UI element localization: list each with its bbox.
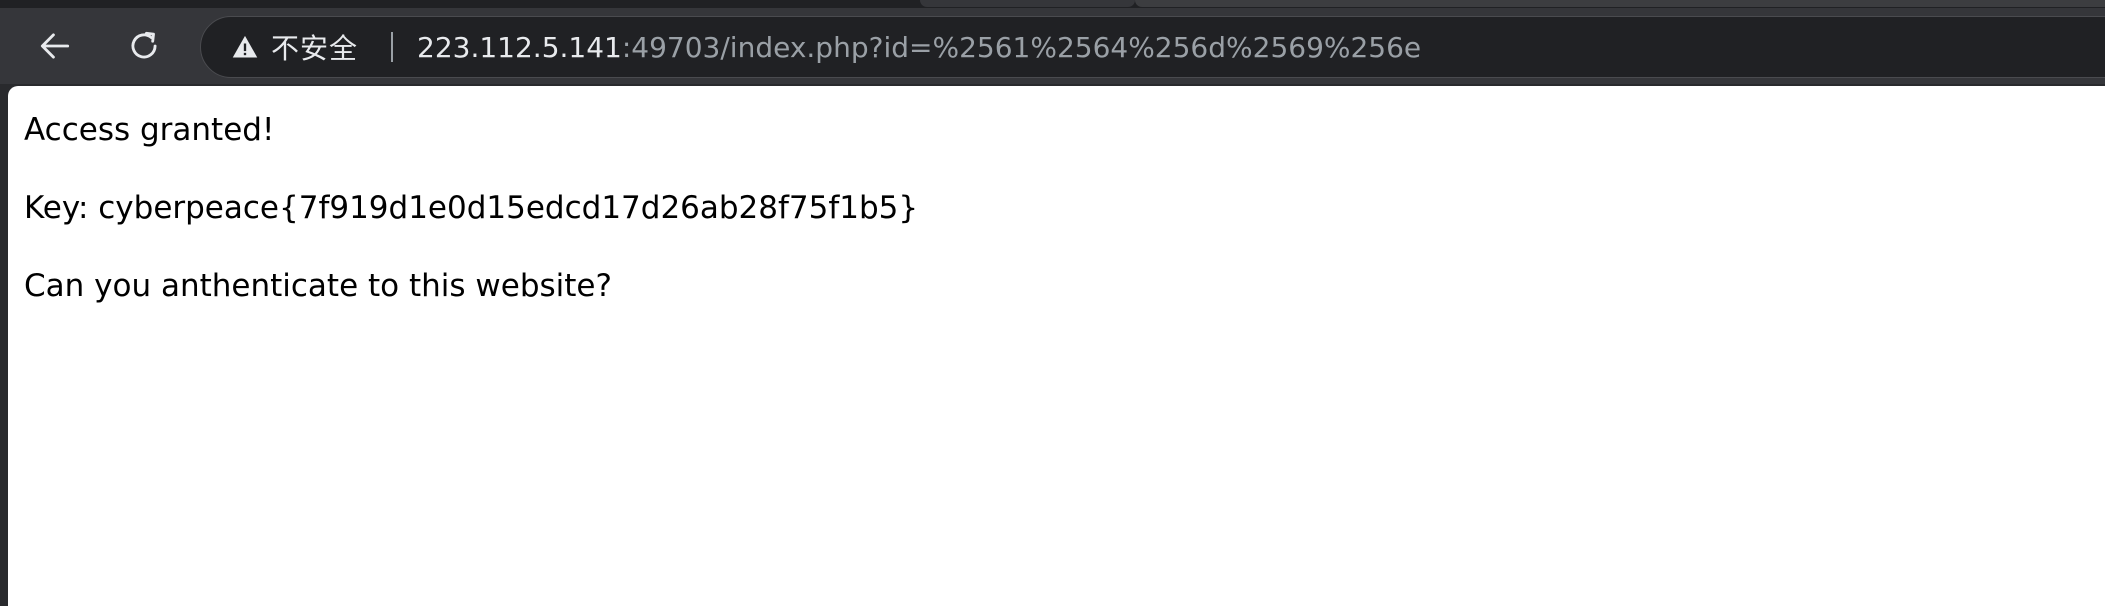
url-text[interactable]: 223.112.5.141:49703/index.php?id=%2561%2… [417,17,1421,77]
omnibox-divider [391,32,393,62]
security-label: 不安全 [271,32,359,65]
url-host: 223.112.5.141 [417,30,622,64]
active-tab-edge[interactable] [1135,0,2105,7]
page-viewport: Access granted! Key: cyberpeace{7f919d1e… [8,86,2105,606]
browser-toolbar: 不安全 223.112.5.141:49703/index.php?id=%25… [0,8,2105,84]
tab-edge[interactable] [920,0,1135,7]
browser-window: 不安全 223.112.5.141:49703/index.php?id=%25… [0,0,2105,606]
address-bar[interactable]: 不安全 223.112.5.141:49703/index.php?id=%25… [200,16,2105,78]
reload-icon [131,31,157,59]
url-path: :49703/index.php?id=%2561%2564%256d%2569… [621,30,1422,64]
security-indicator[interactable]: 不安全 [231,17,358,77]
key-message: Key: cyberpeace{7f919d1e0d15edcd17d26ab2… [24,190,919,226]
reload-button[interactable] [120,22,168,70]
warning-triangle-icon [232,35,258,58]
access-message: Access granted! [24,112,275,148]
auth-prompt: Can you anthenticate to this website? [24,268,612,304]
page-content: Access granted! Key: cyberpeace{7f919d1e… [24,110,918,344]
back-arrow-icon [40,33,70,59]
back-button[interactable] [31,22,79,70]
